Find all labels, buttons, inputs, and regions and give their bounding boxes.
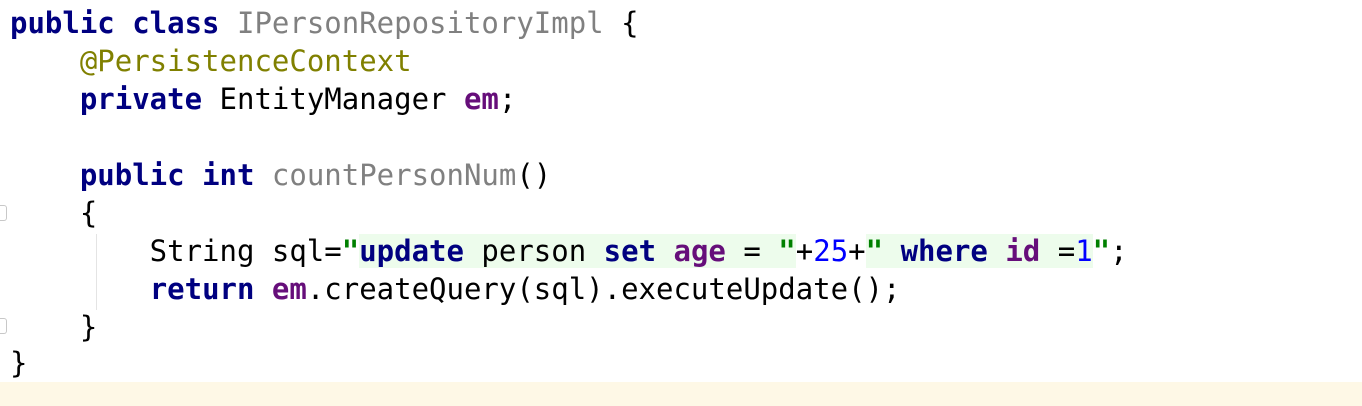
code-token: " (778, 234, 796, 268)
code-token: 25 (813, 234, 849, 268)
code-token: ; (1110, 234, 1128, 268)
code-token (883, 234, 901, 268)
code-token: public (79, 158, 203, 192)
code-token: id (1005, 234, 1041, 268)
code-token: age (673, 234, 726, 268)
code-token: 1 (1075, 234, 1093, 268)
code-line[interactable]: private EntityManager em; (10, 80, 517, 118)
code-token: { (10, 196, 98, 230)
code-token: } (10, 346, 28, 380)
code-token: " (341, 234, 360, 268)
current-line-highlight (0, 382, 1362, 406)
code-line[interactable]: @PersistenceContext (10, 42, 412, 80)
code-editor[interactable]: public class IPersonRepositoryImpl { @Pe… (0, 0, 1362, 406)
code-token: @PersistenceContext (79, 44, 412, 78)
code-token: String sql= (10, 234, 342, 268)
code-token: { (603, 6, 639, 40)
code-token: " (1092, 234, 1111, 268)
code-line[interactable]: return em.createQuery(sql).executeUpdate… (10, 270, 901, 308)
fold-marker-icon[interactable] (0, 318, 7, 334)
code-token: update (359, 234, 464, 268)
code-token: = (725, 234, 779, 268)
code-token: class (132, 6, 237, 40)
code-line[interactable]: } (10, 344, 27, 382)
code-token: int (202, 158, 272, 192)
code-token: " (865, 234, 884, 268)
fold-marker-icon[interactable] (0, 205, 7, 221)
code-token: where (900, 234, 988, 268)
code-token: return (149, 272, 272, 306)
code-token: () (516, 158, 552, 192)
code-token: IPersonRepositoryImpl (236, 6, 604, 40)
code-token: em (271, 272, 307, 306)
code-token: + (795, 234, 814, 268)
code-line[interactable]: String sql="update person set age = "+25… (10, 232, 1128, 270)
code-token (656, 234, 674, 268)
code-token: EntityManager (219, 82, 464, 116)
code-line[interactable]: } (10, 308, 97, 346)
code-token: public (10, 6, 133, 40)
code-token: .createQuery(sql).executeUpdate(); (306, 272, 901, 306)
code-token: + (848, 234, 866, 268)
code-token: person (463, 234, 604, 268)
code-token: set (603, 234, 657, 268)
code-line[interactable]: public class IPersonRepositoryImpl { (10, 4, 639, 42)
code-token (987, 234, 1006, 268)
code-token: countPersonNum (271, 158, 517, 192)
code-token: } (10, 310, 98, 344)
code-token: = (1040, 234, 1076, 268)
code-token: private (79, 82, 220, 116)
code-line[interactable]: public int countPersonNum() (10, 156, 551, 194)
code-token: em (463, 82, 499, 116)
code-token: ; (498, 82, 517, 116)
code-line[interactable]: { (10, 194, 97, 232)
